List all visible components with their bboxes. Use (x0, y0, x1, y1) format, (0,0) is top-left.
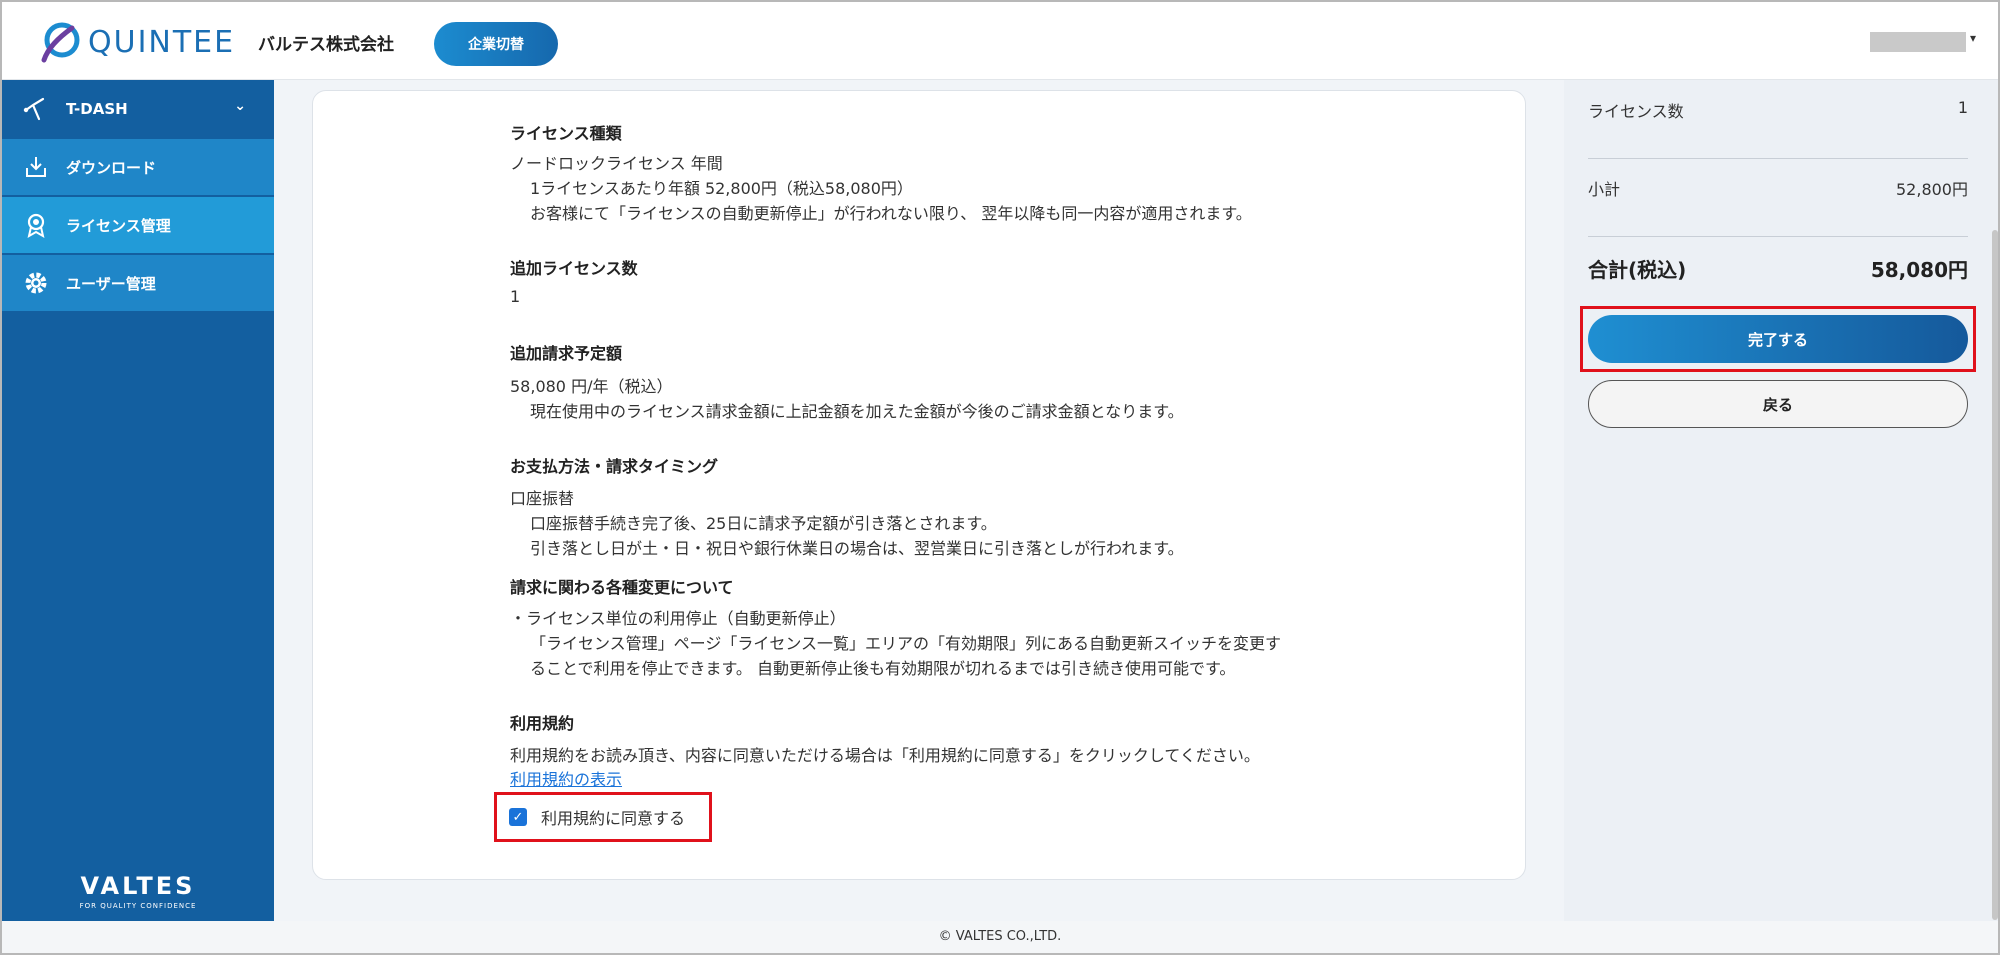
subtotal-value: 52,800円 (1896, 180, 1968, 199)
terms-instruction: 利用規約をお読み頂き、内容に同意いただける場合は「利用規約に同意する」をクリック… (510, 746, 1260, 765)
changes-note-1: 「ライセンス管理」ページ「ライセンス一覧」エリアの「有効期限」列にある自動更新ス… (530, 634, 1282, 653)
additional-billing-heading: 追加請求予定額 (510, 344, 623, 363)
terms-heading: 利用規約 (510, 714, 575, 733)
company-switch-button[interactable]: 企業切替 (434, 22, 558, 66)
tdash-icon (20, 93, 52, 125)
valtes-logo: VALTES FOR QUALITY CONFIDENCE (2, 872, 274, 910)
user-menu[interactable] (1870, 32, 1966, 52)
quintee-logo[interactable]: QUINTEE (38, 20, 235, 64)
license-type-note: お客様にて「ライセンスの自動更新停止」が行われない限り、 翌年以降も同一内容が適… (530, 204, 1252, 223)
divider (1588, 158, 1968, 159)
total-label: 合計(税込) (1588, 258, 1687, 282)
changes-item: ・ライセンス単位の利用停止（自動更新停止） (510, 609, 846, 628)
award-icon (20, 209, 52, 241)
download-icon (20, 151, 52, 183)
license-count-label: ライセンス数 (1588, 102, 1684, 121)
sidebar-item-download[interactable]: ダウンロード (2, 139, 274, 195)
logo-text: QUINTEE (88, 24, 236, 60)
sidebar-item-tdash[interactable]: T-DASH ⌄ (2, 80, 274, 138)
changes-note-2: ることで利用を停止できます。 自動更新停止後も有効期限が切れるまでは引き続き使用… (530, 659, 1236, 678)
license-type-name: ノードロックライセンス 年間 (510, 154, 723, 173)
additional-billing-amount: 58,080 円/年（税込） (510, 377, 673, 396)
valtes-brand: VALTES (80, 872, 196, 900)
additional-billing-note: 現在使用中のライセンス請求金額に上記金額を加えた金額が今後のご請求金額となります… (530, 402, 1184, 421)
payment-method: 口座振替 (510, 489, 575, 508)
sidebar-item-label: ダウンロード (66, 158, 157, 177)
license-type-heading: ライセンス種類 (510, 124, 622, 143)
company-name: バルテス株式会社 (258, 35, 394, 55)
chevron-down-icon[interactable]: ▾ (1970, 31, 1976, 45)
payment-heading: お支払方法・請求タイミング (510, 457, 719, 476)
license-type-price: 1ライセンスあたり年額 52,800円（税込58,080円） (530, 179, 913, 198)
chevron-down-icon: ⌄ (234, 98, 246, 114)
payment-note-2: 引き落とし日が土・日・祝日や銀行休業日の場合は、翌営業日に引き落としが行われます… (530, 539, 1184, 558)
app-header: QUINTEE バルテス株式会社 企業切替 ▾ (2, 2, 1998, 80)
terms-agree-label[interactable]: 利用規約に同意する (541, 805, 685, 829)
terms-agree-highlight[interactable]: ✓ 利用規約に同意する (494, 792, 712, 842)
sidebar-item-label: T-DASH (66, 100, 128, 118)
license-count-value: 1 (1957, 98, 1968, 117)
quintee-logo-icon (41, 22, 80, 63)
valtes-tagline: FOR QUALITY CONFIDENCE (79, 902, 197, 910)
gear-icon (20, 267, 52, 299)
sidebar: T-DASH ⌄ ダウンロード ライセンス管理 ユーザー管理 VALTES FO… (2, 80, 274, 921)
sidebar-item-users[interactable]: ユーザー管理 (2, 255, 274, 311)
additional-count-heading: 追加ライセンス数 (510, 259, 638, 278)
divider (1588, 236, 1968, 237)
sidebar-item-label: ライセンス管理 (66, 216, 171, 235)
sidebar-item-label: ユーザー管理 (66, 274, 156, 293)
footer-copyright: © VALTES CO.,LTD. (2, 921, 1998, 953)
payment-note-1: 口座振替手続き完了後、25日に請求予定額が引き落とされます。 (530, 514, 997, 533)
changes-heading: 請求に関わる各種変更について (510, 578, 734, 597)
total-value: 58,080円 (1870, 258, 1968, 282)
summary-panel: ライセンス数 1 小計 52,800円 合計(税込) 58,080円 完了する … (1564, 80, 1998, 921)
complete-button[interactable]: 完了する (1588, 315, 1968, 363)
scrollbar[interactable] (1992, 230, 1998, 920)
complete-button-highlight: 完了する (1580, 306, 1976, 372)
terms-link[interactable]: 利用規約の表示 (510, 766, 622, 790)
terms-agree-checkbox[interactable]: ✓ (509, 808, 527, 826)
sidebar-item-license[interactable]: ライセンス管理 (2, 197, 274, 253)
additional-count-value: 1 (510, 287, 521, 306)
subtotal-label: 小計 (1588, 180, 1621, 199)
back-button[interactable]: 戻る (1588, 380, 1968, 428)
